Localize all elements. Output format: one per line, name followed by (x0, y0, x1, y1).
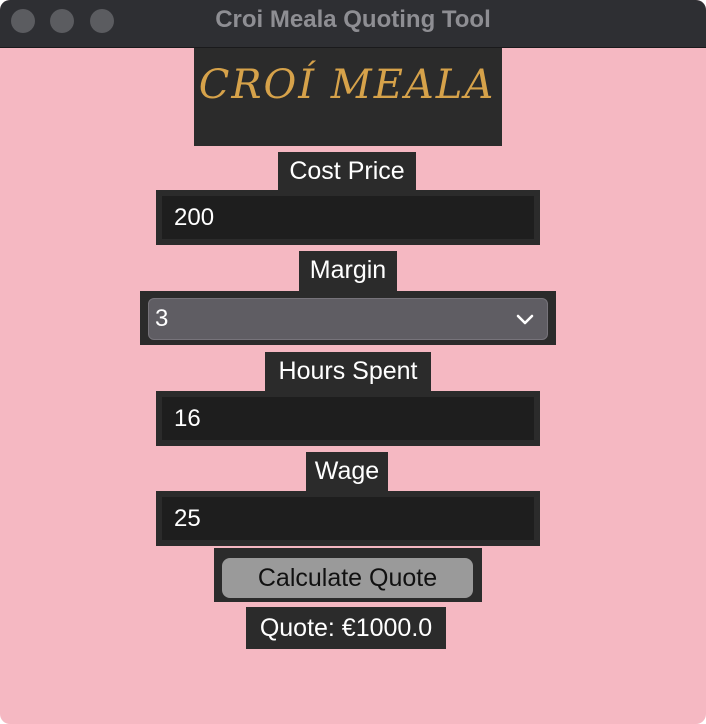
margin-select[interactable]: 3 (148, 298, 548, 340)
logo-panel: CROÍ MEALA (194, 48, 502, 146)
cost-price-input[interactable]: 200 (162, 196, 534, 239)
margin-label: Margin (299, 251, 397, 291)
hours-spent-input[interactable]: 16 (162, 397, 534, 440)
wage-label: Wage (306, 452, 388, 491)
app-window: Croi Meala Quoting Tool CROÍ MEALA Cost … (0, 0, 706, 724)
window-title: Croi Meala Quoting Tool (215, 6, 491, 33)
chevron-down-icon (516, 314, 534, 325)
quote-result: Quote: €1000.0 (246, 607, 446, 649)
hours-spent-label: Hours Spent (265, 352, 431, 391)
title-bar: Croi Meala Quoting Tool (0, 0, 706, 48)
logo-image: CROÍ MEALA (198, 62, 496, 108)
calculate-quote-button[interactable]: Calculate Quote (222, 558, 473, 598)
margin-selected-value: 3 (155, 305, 169, 332)
wage-input[interactable]: 25 (162, 497, 534, 540)
cost-price-label: Cost Price (278, 152, 416, 190)
